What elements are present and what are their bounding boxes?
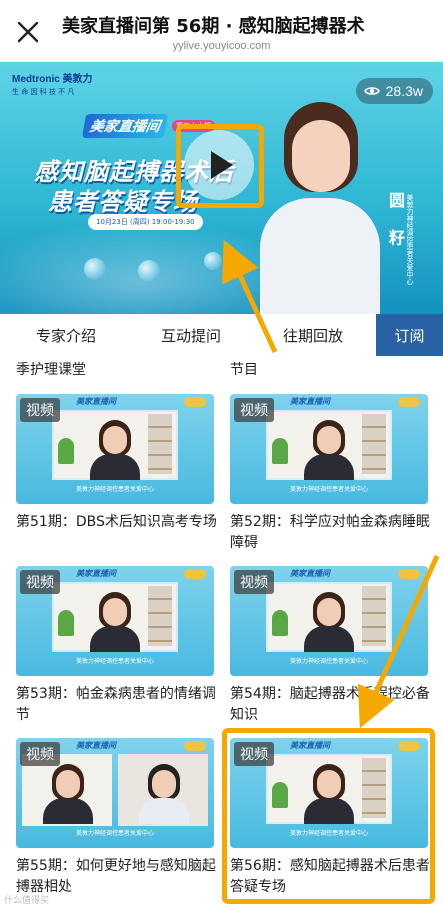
- tab-bar: 专家介绍 互动提问 往期回放 订阅: [0, 314, 443, 356]
- watermark: 什么值得买: [4, 896, 50, 906]
- tab-interactive-questions[interactable]: 互动提问: [132, 314, 250, 356]
- video-thumbnail[interactable]: 美家直播间 美敦力神经调控患者关爱中心 视频: [16, 566, 214, 676]
- video-badge: 视频: [20, 398, 60, 422]
- view-count: 28.3w: [355, 78, 433, 104]
- list-item-title: 第51期：DBS术后知识高考专场: [16, 514, 217, 530]
- host-org: 美敦力神经调控患者关爱中心: [406, 194, 414, 285]
- host-name: 圆 籽: [386, 192, 405, 254]
- tab-past-replays[interactable]: 往期回放: [250, 314, 376, 356]
- video-badge: 视频: [234, 398, 274, 422]
- broadcast-time: 10月23日 (周四) 19:00-19:30: [88, 214, 203, 230]
- page-url: yylive.youyicoo.com: [172, 40, 271, 52]
- video-thumbnail[interactable]: 美家直播间 美敦力神经调控患者关爱中心 视频: [16, 394, 214, 504]
- list-item[interactable]: 美家直播间 美敦力神经调控患者关爱中心 视频 第52期：科学应对帕金森病睡眠障碍: [230, 394, 430, 554]
- list-item[interactable]: 美家直播间 美敦力神经调控患者关爱中心 视频 第54期：脑起搏器术后程控必备知识: [230, 566, 430, 726]
- list-item-title: 第52期：科学应对帕金森病睡眠障碍: [230, 514, 430, 551]
- list-item-title: 第54期：脑起搏器术后程控必备知识: [230, 686, 430, 723]
- list-item-title: 第53期：帕金森病患者的情绪调节: [16, 686, 216, 723]
- video-thumbnail[interactable]: 美家直播间 美敦力神经调控患者关爱中心 视频: [16, 738, 214, 848]
- top-bar: 美家直播间第 56期 · 感知脑起搏器术 yylive.youyicoo.com: [0, 0, 443, 62]
- list-item[interactable]: 美家直播间 美敦力神经调控患者关爱中心 视频 第53期：帕金森病患者的情绪调节: [16, 566, 216, 726]
- list-item[interactable]: 美家直播间 美敦力神经调控患者关爱中心 视频 第55期：如何更好地与感知脑起搏器…: [16, 738, 216, 898]
- tab-expert-intro[interactable]: 专家介绍: [0, 314, 132, 356]
- show-logo: 美家直播间: [81, 114, 169, 138]
- bubble-decoration: [138, 260, 160, 282]
- eye-icon: [363, 87, 380, 95]
- bubble-decoration: [84, 258, 106, 280]
- list-item[interactable]: 美家直播间 美敦力神经调控患者关爱中心 视频 第51期：DBS术后知识高考专场: [16, 394, 217, 533]
- video-badge: 视频: [20, 742, 60, 766]
- list-item-title: 节目: [230, 362, 258, 378]
- list-item-title: 第55期：如何更好地与感知脑起搏器相处: [16, 858, 216, 895]
- highlight-box: [222, 728, 435, 904]
- brand-logo: Medtronic 美敦力 生 命 因 科 技 不 凡: [12, 74, 93, 96]
- subscribe-button[interactable]: 订阅: [376, 314, 443, 356]
- bubble-decoration: [204, 252, 222, 270]
- video-thumbnail[interactable]: 美家直播间 美敦力神经调控患者关爱中心 视频: [230, 566, 428, 676]
- host-photo: [260, 102, 380, 314]
- video-player[interactable]: Medtronic 美敦力 生 命 因 科 技 不 凡 28.3w 美家直播间 …: [0, 62, 443, 314]
- video-thumbnail[interactable]: 美家直播间 美敦力神经调控患者关爱中心 视频: [230, 394, 428, 504]
- video-badge: 视频: [20, 570, 60, 594]
- page-title: 美家直播间第 56期 · 感知脑起搏器术: [62, 16, 365, 37]
- list-item-title: 季护理课堂: [16, 362, 86, 378]
- video-badge: 视频: [234, 570, 274, 594]
- highlight-box: [176, 124, 264, 208]
